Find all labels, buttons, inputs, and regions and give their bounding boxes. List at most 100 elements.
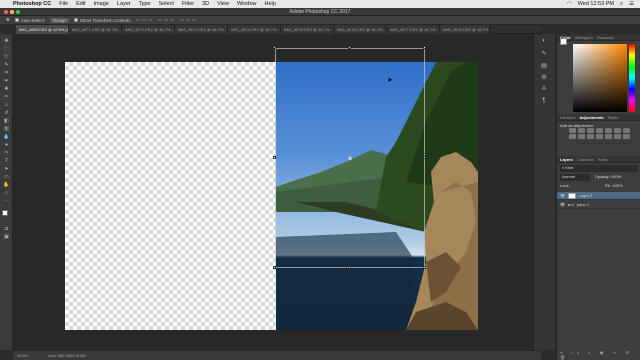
brush-panel-icon[interactable]: ✎ [539,50,549,58]
tab-swatches[interactable]: Swatches [597,35,614,40]
move-tool-icon[interactable]: ✥ [3,38,10,44]
menu-select[interactable]: Select [159,1,174,7]
clock[interactable]: Wed 12:53 PM [578,1,614,7]
blend-mode-select[interactable]: Normal [560,174,590,181]
layers-footer-icons[interactable]: ∞ fx ◐ ▣ ▭ ⊞ 🗑 [560,350,640,360]
tab-layers[interactable]: Layers [560,157,573,162]
tab-libraries[interactable]: Libraries [560,115,575,120]
tab-paths[interactable]: Paths [598,157,608,162]
align-icons[interactable]: ▭▭▭ ▭▭▭ ▭▭▭ [136,17,199,23]
close-window-button[interactable] [4,10,8,14]
type-tool-icon[interactable]: T [3,158,10,164]
shape-tool-icon[interactable]: ▭ [3,174,10,180]
tab-document[interactable]: IMG_4073.CR2 @ 16.7%... [175,25,228,34]
character-panel-icon[interactable]: A [539,86,549,94]
menu-type[interactable]: Type [139,1,151,7]
crop-tool-icon[interactable]: ⌗ [3,70,10,76]
auto-select-checkbox[interactable]: Auto-Select: [14,18,45,23]
hue-slider[interactable] [629,44,635,112]
tab-channels[interactable]: Channels [577,157,594,162]
tab-document[interactable]: IMG_4072.CR2 @ 16.7%... [122,25,175,34]
layer-filter-kind[interactable]: ⌕ Kind [560,165,638,172]
threshold-icon[interactable] [623,134,630,139]
move-tool-icon[interactable]: ✥ [6,17,10,23]
menu-file[interactable]: File [59,1,68,7]
hand-tool-icon[interactable]: ✋ [3,182,10,188]
transform-center-icon[interactable]: ⊕ [348,156,352,162]
properties-panel-icon[interactable]: ⚙ [539,74,549,82]
foreground-color-swatch[interactable] [2,210,8,216]
photo-filter-icon[interactable] [578,134,585,139]
opacity-field[interactable]: Opacity: 100% [595,174,621,179]
menu-filter[interactable]: Filter [182,1,194,7]
path-select-tool-icon[interactable]: ➤ [3,166,10,172]
levels-icon[interactable] [578,128,585,133]
lasso-tool-icon[interactable]: ➰ [3,54,10,60]
layer-row[interactable]: 👁 ▸▭ pano 1 [557,201,640,209]
menu-layer[interactable]: Layer [117,1,131,7]
screen-mode-icon[interactable]: ▣ [3,234,10,240]
posterize-icon[interactable] [614,134,621,139]
pen-tool-icon[interactable]: ✑ [3,150,10,156]
exposure-icon[interactable] [596,128,603,133]
transform-controls-checkbox[interactable]: Show Transform Controls [73,18,131,23]
tab-histogram[interactable]: Histogram [574,35,592,40]
history-brush-icon[interactable]: ↺ [3,110,10,116]
eyedropper-tool-icon[interactable]: ✒ [3,78,10,84]
color-picker-field[interactable] [573,44,627,112]
invert-icon[interactable] [605,134,612,139]
channel-mixer-icon[interactable] [587,134,594,139]
menu-view[interactable]: View [217,1,229,7]
eraser-tool-icon[interactable]: ◧ [3,118,10,124]
transform-handle[interactable] [423,46,426,49]
transform-handle[interactable] [273,266,276,269]
tab-document[interactable]: IMG_4063.CR2 @ 12.5% (Layer 2, RGB/16*) … [16,25,69,34]
tab-styles[interactable]: Styles [608,115,619,120]
marquee-tool-icon[interactable]: ⬚ [3,46,10,52]
menu-help[interactable]: Help [265,1,276,7]
app-menu[interactable]: Photoshop CC [13,1,51,7]
menu-edit[interactable]: Edit [76,1,85,7]
bw-icon[interactable] [569,134,576,139]
tab-document[interactable]: IMG_4071.CR2 @ 16.7%... [69,25,122,34]
transform-handle[interactable] [423,156,426,159]
fg-bg-colors[interactable] [560,38,570,48]
zoom-window-button[interactable] [16,10,20,14]
brush-tool-icon[interactable]: ✏ [3,94,10,100]
eye-icon[interactable]: 👁 [560,193,565,198]
tab-adjustments[interactable]: Adjustments [579,115,603,120]
zoom-tool-icon[interactable]: ⌕ [3,190,10,196]
menu-image[interactable]: Image [94,1,109,7]
minimize-window-button[interactable] [10,10,14,14]
transform-handle[interactable] [273,46,276,49]
history-panel-icon[interactable]: ▤ [539,62,549,70]
color-balance-icon[interactable] [623,128,630,133]
more-tools-icon[interactable]: ··· [3,198,10,204]
zoom-level[interactable]: 12.5% [17,353,28,358]
lookup-icon[interactable] [596,134,603,139]
blur-tool-icon[interactable]: 💧 [3,134,10,140]
quick-mask-icon[interactable]: ◘ [3,226,10,232]
tab-document[interactable]: IMG_4076.CR2 @ 16.7%... [334,25,387,34]
eye-icon[interactable]: 👁 [560,202,565,207]
foreground-swatch[interactable] [560,38,567,45]
color-panel-icon[interactable]: ◐ [539,38,549,46]
auto-select-dropdown[interactable]: Group [50,17,69,23]
tab-document[interactable]: IMG_4078.CR2 @ 16.7%... [440,25,490,34]
stamp-tool-icon[interactable]: ⊥ [3,102,10,108]
layer-row[interactable]: 👁 Layer 2 [557,192,640,200]
gradient-tool-icon[interactable]: ▥ [3,126,10,132]
dodge-tool-icon[interactable]: ● [3,142,10,148]
menu-3d[interactable]: 3D [202,1,209,7]
transform-handle[interactable] [348,46,351,49]
tab-document[interactable]: IMG_4077.CR2 @ 16.7%... [387,25,440,34]
transform-handle[interactable] [273,156,276,159]
fill-field[interactable]: Fill: 100% [605,183,623,188]
curves-icon[interactable] [587,128,594,133]
quick-select-tool-icon[interactable]: ✎ [3,62,10,68]
brightness-icon[interactable] [569,128,576,133]
wifi-icon[interactable]: ◠ [567,1,572,7]
paragraph-panel-icon[interactable]: ¶ [539,98,549,106]
search-icon[interactable]: ⌕ [620,1,623,8]
vibrance-icon[interactable] [605,128,612,133]
